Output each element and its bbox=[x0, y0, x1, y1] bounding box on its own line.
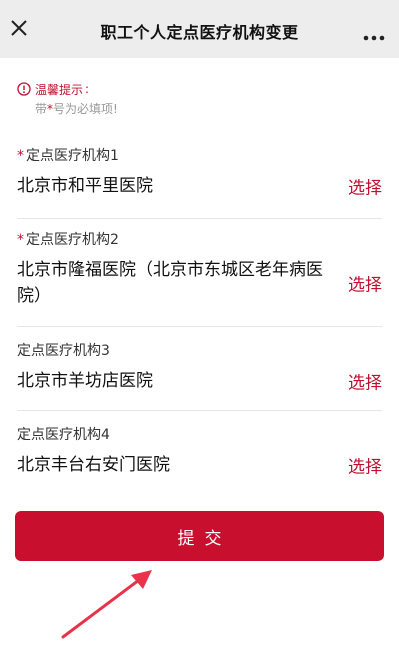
field-institution-4: 定点医疗机构4 北京丰台右安门医院 选择 bbox=[17, 426, 382, 478]
pointer-arrow-icon bbox=[61, 570, 152, 639]
tips-colon: : bbox=[85, 82, 90, 96]
tips-header: 温馨提示 : bbox=[17, 80, 118, 98]
more-dots-icon bbox=[363, 35, 385, 41]
field-label: * 定点医疗机构1 bbox=[17, 147, 382, 165]
close-icon bbox=[11, 20, 27, 36]
tips-title: 温馨提示 bbox=[35, 82, 84, 97]
field-label-text: 定点医疗机构1 bbox=[26, 148, 119, 164]
field-row: 北京丰台右安门医院 选择 bbox=[17, 452, 382, 478]
note-suffix: 号为必填项! bbox=[53, 102, 118, 116]
note-prefix: 带 bbox=[35, 102, 48, 116]
select-button[interactable]: 选择 bbox=[348, 174, 382, 199]
field-row: 北京市隆福医院（北京市东城区老年病医院） 选择 bbox=[17, 257, 382, 309]
field-label: * 定点医疗机构2 bbox=[17, 231, 382, 249]
field-row: 北京市羊坊店医院 选择 bbox=[17, 368, 382, 394]
field-institution-2: * 定点医疗机构2 北京市隆福医院（北京市东城区老年病医院） 选择 bbox=[17, 231, 382, 309]
field-value: 北京市隆福医院（北京市东城区老年病医院） bbox=[17, 260, 323, 306]
field-value: 北京市和平里医院 bbox=[17, 176, 153, 196]
field-label: 定点医疗机构4 bbox=[17, 427, 110, 443]
required-star: * bbox=[17, 232, 24, 248]
field-row: 北京市和平里医院 选择 bbox=[17, 173, 382, 199]
divider bbox=[17, 410, 382, 411]
select-button[interactable]: 选择 bbox=[348, 271, 382, 296]
title-bar: 职工个人定点医疗机构变更 bbox=[0, 0, 399, 58]
submit-button[interactable]: 提交 bbox=[15, 511, 384, 561]
field-institution-3: 定点医疗机构3 北京市羊坊店医院 选择 bbox=[17, 342, 382, 394]
divider bbox=[17, 326, 382, 327]
field-value: 北京丰台右安门医院 bbox=[17, 455, 170, 475]
required-note: 带*号为必填项! bbox=[35, 100, 118, 117]
field-value: 北京市羊坊店医院 bbox=[17, 371, 153, 391]
tips-section: 温馨提示 : 带*号为必填项! bbox=[17, 80, 118, 117]
field-label-text: 定点医疗机构2 bbox=[26, 232, 119, 248]
more-button[interactable] bbox=[363, 26, 385, 41]
divider bbox=[17, 218, 382, 219]
select-button[interactable]: 选择 bbox=[348, 453, 382, 478]
close-button[interactable] bbox=[6, 15, 32, 41]
field-institution-1: * 定点医疗机构1 北京市和平里医院 选择 bbox=[17, 147, 382, 199]
select-button[interactable]: 选择 bbox=[348, 369, 382, 394]
page-title: 职工个人定点医疗机构变更 bbox=[100, 23, 299, 42]
required-star: * bbox=[17, 148, 24, 164]
alert-icon bbox=[17, 82, 31, 96]
field-label: 定点医疗机构3 bbox=[17, 343, 110, 359]
